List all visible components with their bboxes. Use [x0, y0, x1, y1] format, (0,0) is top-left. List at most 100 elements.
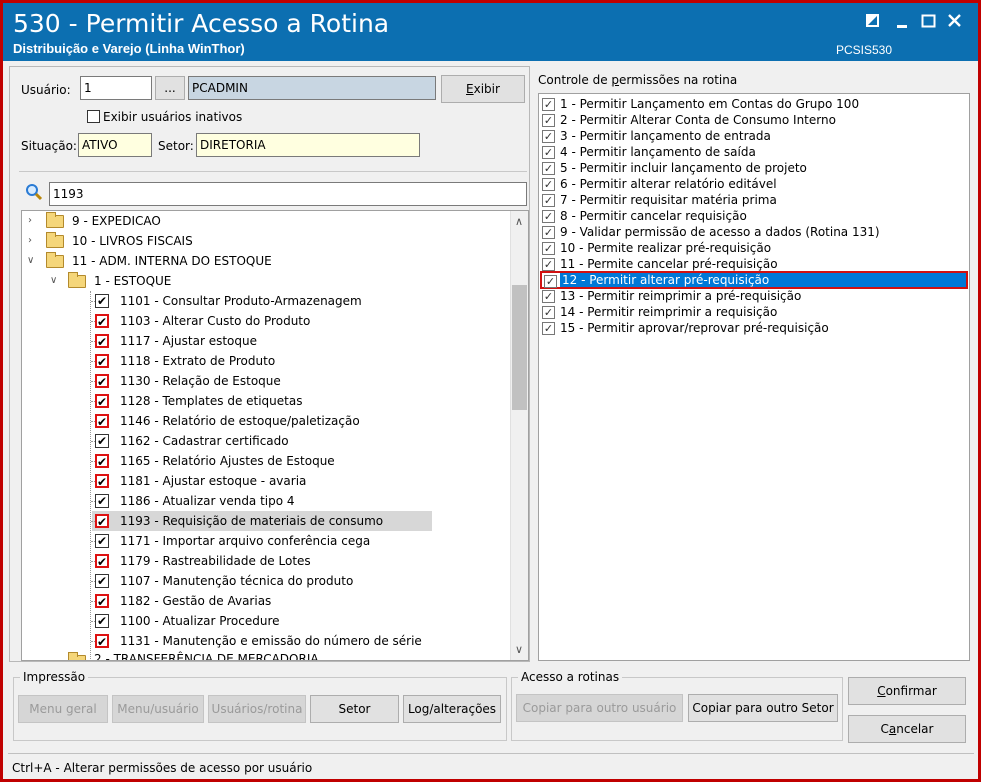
tree-item-row[interactable]: ✔ 1103 - Alterar Custo do Produto [22, 311, 510, 331]
tree-item-checkbox[interactable]: ✔ [95, 454, 109, 468]
tree-item-checkbox[interactable]: ✔ [95, 374, 109, 388]
restore-icon[interactable] [865, 9, 891, 31]
permission-checkbox[interactable]: ✓ [542, 290, 555, 303]
tree-item-checkbox[interactable]: ✔ [95, 354, 109, 368]
permission-item[interactable]: ✓ 6 - Permitir alterar relatório editável [540, 176, 968, 192]
cancelar-button[interactable]: Cancelar [848, 715, 966, 743]
permission-item[interactable]: ✓ 2 - Permitir Alterar Conta de Consumo I… [540, 112, 968, 128]
routine-tree[interactable]: › 9 - EXPEDICAO › 10 - LIVROS FISCAIS ∨ … [21, 210, 529, 661]
permission-checkbox[interactable]: ✓ [542, 178, 555, 191]
exibir-button[interactable]: Exibir [441, 75, 525, 103]
tree-item-checkbox[interactable]: ✔ [95, 494, 109, 508]
permission-checkbox[interactable]: ✓ [542, 194, 555, 207]
permission-item[interactable]: ✓ 13 - Permitir reimprimir a pré-requisiç… [540, 288, 968, 304]
tree-item-checkbox[interactable]: ✔ [95, 514, 109, 528]
usuarios-rotina-button[interactable]: Usuários/rotina [208, 695, 306, 723]
tree-item-row[interactable]: ✔ 1146 - Relatório de estoque/paletização [22, 411, 510, 431]
search-user-button[interactable]: ... [155, 76, 185, 100]
tree-item-row[interactable]: ✔ 1186 - Atualizar venda tipo 4 [22, 491, 510, 511]
chevron-right-icon[interactable]: › [28, 215, 38, 227]
tree-item-row[interactable]: ✔ 1165 - Relatório Ajustes de Estoque [22, 451, 510, 471]
permission-checkbox[interactable]: ✓ [542, 146, 555, 159]
permission-item[interactable]: ✓ 1 - Permitir Lançamento em Contas do Gr… [540, 96, 968, 112]
permission-item[interactable]: ✓ 3 - Permitir lançamento de entrada [540, 128, 968, 144]
copiar-setor-button[interactable]: Copiar para outro Setor [688, 694, 838, 722]
tree-item-checkbox[interactable]: ✔ [95, 534, 109, 548]
permission-item[interactable]: ✓ 7 - Permitir requisitar matéria prima [540, 192, 968, 208]
tree-item-row[interactable]: ✔ 1131 - Manutenção e emissão do número d… [22, 631, 510, 651]
tree-scrollbar[interactable]: ∧ ∨ [510, 211, 528, 660]
tree-item-row[interactable]: ✔ 1130 - Relação de Estoque [22, 371, 510, 391]
scrollbar-thumb[interactable] [512, 285, 527, 410]
permission-checkbox[interactable]: ✓ [542, 226, 555, 239]
tree-item-label: 1101 - Consultar Produto-Armazenagem [120, 294, 362, 308]
tree-item-row[interactable]: ✔ 1117 - Ajustar estoque [22, 331, 510, 351]
tree-folder-row[interactable]: › 10 - LIVROS FISCAIS [22, 231, 510, 251]
chevron-right-icon[interactable]: › [28, 235, 38, 247]
close-icon[interactable] [947, 9, 973, 31]
tree-folder-row[interactable]: ∨ 11 - ADM. INTERNA DO ESTOQUE [22, 251, 510, 271]
tree-item-row[interactable]: ✔ 1101 - Consultar Produto-Armazenagem [22, 291, 510, 311]
tree-folder-row[interactable]: ∨ 1 - ESTOQUE [22, 271, 510, 291]
permission-item[interactable]: ✓ 10 - Permite realizar pré-requisição [540, 240, 968, 256]
tree-item-row[interactable]: ✔ 1100 - Atualizar Procedure [22, 611, 510, 631]
chevron-down-icon[interactable]: ∨ [50, 275, 60, 287]
permission-checkbox[interactable]: ✓ [544, 275, 557, 288]
permission-item[interactable]: ✓ 5 - Permitir incluir lançamento de proj… [540, 160, 968, 176]
permission-item[interactable]: ✓ 9 - Validar permissão de acesso a dados… [540, 224, 968, 240]
permission-item[interactable]: ✓ 4 - Permitir lançamento de saída [540, 144, 968, 160]
tree-folder-row[interactable]: › 9 - EXPEDICAO [22, 211, 510, 231]
tree-folder-row[interactable]: 2 - TRANSFERÊNCIA DE MERCADORIA [22, 651, 510, 660]
tree-item-row[interactable]: ✔ 1179 - Rastreabilidade de Lotes [22, 551, 510, 571]
permission-item[interactable]: ✓ 15 - Permitir aprovar/reprovar pré-requ… [540, 320, 968, 336]
permission-checkbox[interactable]: ✓ [542, 258, 555, 271]
search-input[interactable]: 1193 [49, 182, 527, 206]
tree-item-row[interactable]: ✔ 1107 - Manutenção técnica do produto [22, 571, 510, 591]
menu-usuario-button[interactable]: Menu/usuário [112, 695, 204, 723]
tree-item-checkbox[interactable]: ✔ [95, 414, 109, 428]
confirmar-button[interactable]: Confirmar [848, 677, 966, 705]
scroll-up-icon[interactable]: ∧ [515, 215, 523, 228]
tree-item-checkbox[interactable]: ✔ [95, 594, 109, 608]
permission-item[interactable]: ✓ 11 - Permite cancelar pré-requisição [540, 256, 968, 272]
tree-item-checkbox[interactable]: ✔ [95, 474, 109, 488]
tree-item-row[interactable]: ✔ 1182 - Gestão de Avarias [22, 591, 510, 611]
setor-button[interactable]: Setor [310, 695, 399, 723]
minimize-icon[interactable] [895, 9, 921, 31]
permission-checkbox[interactable]: ✓ [542, 306, 555, 319]
permission-item[interactable]: ✓ 8 - Permitir cancelar requisição [540, 208, 968, 224]
tree-item-checkbox[interactable]: ✔ [95, 614, 109, 628]
tree-item-row[interactable]: ✔ 1193 - Requisição de materiais de consu… [91, 511, 432, 531]
tree-item-row[interactable]: ✔ 1181 - Ajustar estoque - avaria [22, 471, 510, 491]
tree-item-checkbox[interactable]: ✔ [95, 314, 109, 328]
tree-item-row[interactable]: ✔ 1171 - Importar arquivo conferência ceg… [22, 531, 510, 551]
tree-item-checkbox[interactable]: ✔ [95, 334, 109, 348]
usuario-input[interactable]: 1 [80, 76, 152, 100]
tree-item-row[interactable]: ✔ 1118 - Extrato de Produto [22, 351, 510, 371]
permission-checkbox[interactable]: ✓ [542, 114, 555, 127]
log-alteracoes-button[interactable]: Log/alterações [403, 695, 501, 723]
tree-item-checkbox[interactable]: ✔ [95, 294, 109, 308]
copiar-usuario-button[interactable]: Copiar para outro usuário [516, 694, 683, 722]
tree-item-row[interactable]: ✔ 1128 - Templates de etiquetas [22, 391, 510, 411]
tree-item-checkbox[interactable]: ✔ [95, 394, 109, 408]
maximize-icon[interactable] [921, 9, 947, 31]
exibir-inativos-checkbox[interactable] [87, 110, 100, 123]
menu-geral-button[interactable]: Menu geral [18, 695, 108, 723]
permission-checkbox[interactable]: ✓ [542, 162, 555, 175]
permission-label: 8 - Permitir cancelar requisição [560, 209, 747, 223]
tree-item-checkbox[interactable]: ✔ [95, 634, 109, 648]
chevron-down-icon[interactable]: ∨ [27, 255, 37, 267]
permission-item[interactable]: ✓ 14 - Permitir reimprimir a requisição [540, 304, 968, 320]
tree-item-checkbox[interactable]: ✔ [95, 574, 109, 588]
permission-checkbox[interactable]: ✓ [542, 98, 555, 111]
tree-item-row[interactable]: ✔ 1162 - Cadastrar certificado [22, 431, 510, 451]
permission-checkbox[interactable]: ✓ [542, 322, 555, 335]
tree-item-checkbox[interactable]: ✔ [95, 554, 109, 568]
permission-checkbox[interactable]: ✓ [542, 242, 555, 255]
scroll-down-icon[interactable]: ∨ [515, 643, 523, 656]
permission-checkbox[interactable]: ✓ [542, 210, 555, 223]
tree-item-checkbox[interactable]: ✔ [95, 434, 109, 448]
permission-item[interactable]: ✓ 12 - Permitir alterar pré-requisição [540, 271, 968, 289]
permission-checkbox[interactable]: ✓ [542, 130, 555, 143]
